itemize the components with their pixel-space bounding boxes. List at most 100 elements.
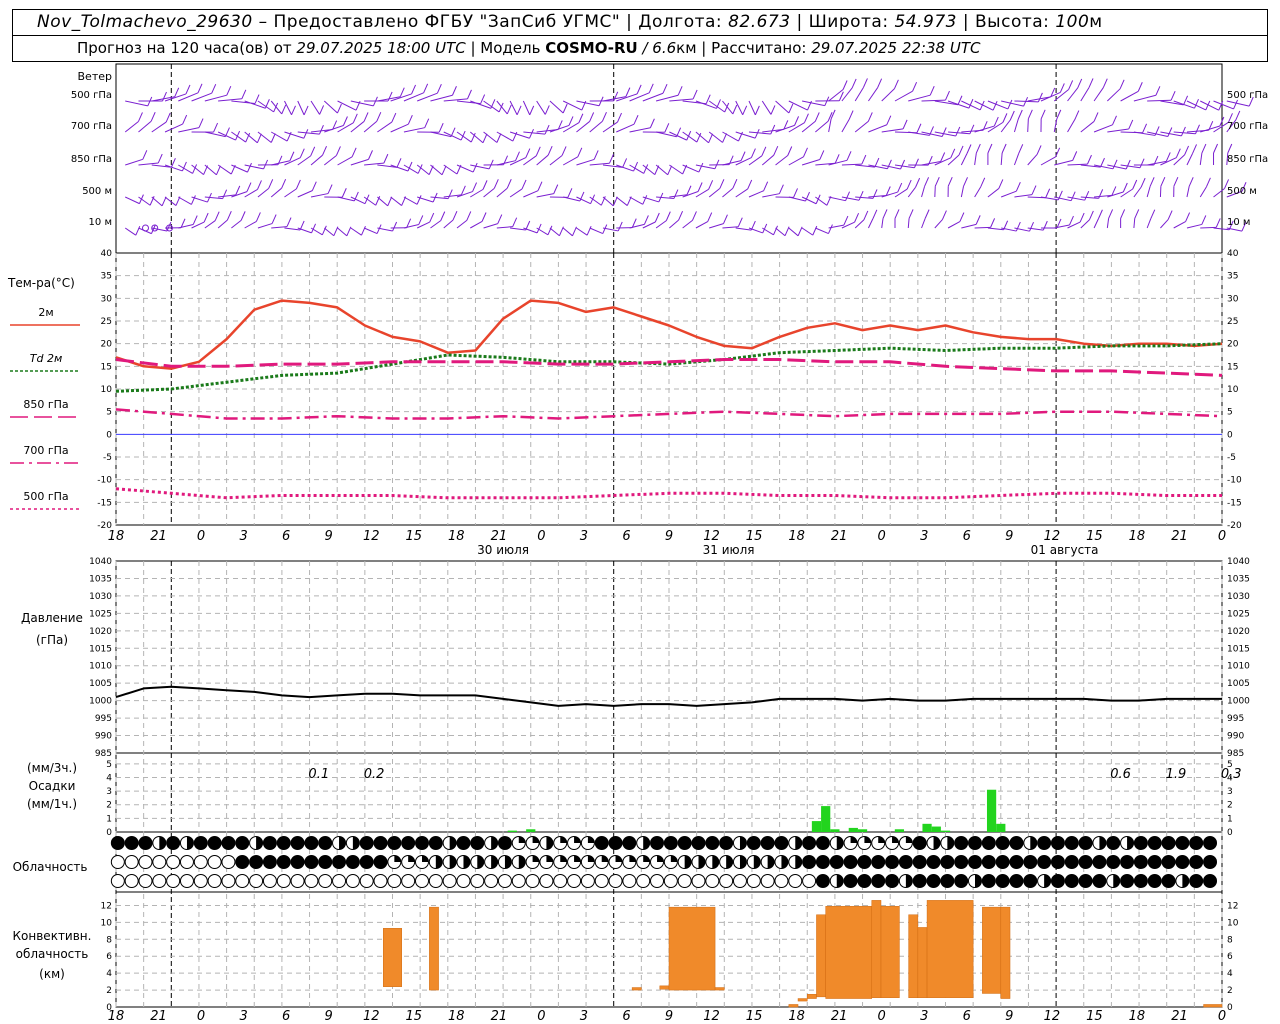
wind-barb-flag bbox=[906, 179, 912, 190]
wind-barb-shaft bbox=[178, 196, 192, 205]
wind-barb-flag bbox=[299, 148, 305, 158]
wind-barb-shaft bbox=[403, 164, 419, 174]
wind-barb-flag bbox=[203, 212, 209, 223]
wind-barb-flag bbox=[902, 119, 908, 130]
wind-barb-shaft bbox=[815, 120, 829, 133]
cloud-cover-circle bbox=[912, 836, 927, 850]
wind-barb-shaft bbox=[961, 223, 977, 229]
cloud-cover-quarter bbox=[587, 855, 595, 862]
cloud-cover-circle bbox=[760, 836, 775, 850]
cloud-cover-half bbox=[463, 855, 470, 869]
wind-barb-flag bbox=[472, 182, 478, 192]
pressure-ytick: 1000 bbox=[1227, 697, 1250, 707]
wind-barb-flag bbox=[291, 105, 296, 115]
wind-barb-flag bbox=[174, 87, 180, 97]
wind-barb-shaft bbox=[642, 164, 656, 176]
wind-barb-shaft bbox=[1120, 90, 1139, 102]
wind-barb-flag bbox=[270, 133, 276, 143]
wind-barb-shaft bbox=[297, 190, 313, 198]
legend-label: 700 гПа bbox=[23, 444, 68, 457]
wind-barb-shaft bbox=[363, 227, 378, 235]
cloud-cover-quarter bbox=[643, 855, 650, 862]
cloud-cover-circle bbox=[414, 836, 429, 850]
cloud-cover-circle bbox=[1120, 874, 1135, 888]
wind-barb-shaft bbox=[323, 155, 337, 166]
wind-barb-flag bbox=[622, 158, 628, 168]
wind-barb-flag bbox=[677, 86, 683, 96]
wind-level-label: 500 м bbox=[82, 186, 112, 197]
cloud-cover-circle bbox=[152, 874, 167, 888]
cloud-cover-circle bbox=[1189, 855, 1204, 869]
wind-barb-flag bbox=[1088, 78, 1094, 88]
cloud-cover-quarter bbox=[546, 855, 553, 862]
wind-barb-shaft bbox=[549, 227, 560, 237]
wind-barb-shaft bbox=[748, 131, 771, 135]
cloud-cover-circle bbox=[1092, 874, 1107, 888]
cloud-cover-circle bbox=[608, 836, 623, 850]
wind-barb-flag bbox=[1015, 181, 1021, 192]
wind-barb-shaft bbox=[138, 120, 152, 133]
cloud-cover-circle bbox=[1161, 874, 1176, 888]
cloud-cover-circle bbox=[788, 874, 803, 888]
wind-barb-flag bbox=[424, 118, 430, 128]
cloud-cover-circle bbox=[290, 855, 305, 869]
wind-barb-flag bbox=[562, 103, 568, 114]
cloud-cover-circle bbox=[802, 874, 817, 888]
cloud-cover-circle bbox=[594, 836, 609, 850]
wind-barb-flag bbox=[1201, 143, 1207, 154]
wind-barb-shaft bbox=[921, 99, 946, 102]
cloud-cover-quarter bbox=[615, 855, 623, 862]
wind-barb-flag bbox=[321, 225, 327, 235]
cloud-cover-circle bbox=[885, 874, 900, 888]
precip-title: (мм/3ч.) bbox=[27, 761, 77, 775]
wind-barb-shaft bbox=[1013, 118, 1019, 133]
cloud-cover-half bbox=[1044, 874, 1051, 888]
wind-barb-flag bbox=[1201, 215, 1207, 225]
pressure-ytick: 990 bbox=[1227, 732, 1244, 742]
cloud-cover-quarter bbox=[850, 836, 858, 843]
temp-ytick: 30 bbox=[1227, 294, 1239, 304]
cloud-cover-circle bbox=[774, 836, 789, 850]
wind-barb-flag bbox=[418, 215, 424, 225]
wind-barb-flag bbox=[846, 151, 852, 161]
cloud-cover-circle bbox=[1037, 836, 1052, 850]
wind-barb-flag bbox=[553, 184, 559, 194]
wind-barb-shaft bbox=[350, 100, 374, 107]
wind-barb-flag bbox=[1213, 143, 1218, 154]
hour-tick-label: 6 bbox=[963, 1009, 971, 1024]
wind-barb-flag bbox=[1140, 177, 1146, 188]
wind-barb-shaft bbox=[496, 187, 508, 198]
cloud-cover-circle bbox=[221, 855, 236, 869]
hour-tick-label: 12 bbox=[363, 529, 380, 544]
temp-ytick: 10 bbox=[101, 385, 113, 395]
wind-barb-shaft bbox=[323, 227, 335, 237]
cloud-cover-quarter bbox=[905, 836, 913, 843]
wind-barb-flag bbox=[1097, 209, 1103, 219]
cloud-cover-circle bbox=[332, 855, 347, 869]
wind-barb-flag bbox=[692, 89, 698, 100]
cloud-cover-quarter bbox=[601, 855, 609, 862]
cloud-cover-quarter bbox=[892, 836, 899, 843]
wind-barb-shaft bbox=[1067, 163, 1088, 166]
conv-cloud-bar bbox=[917, 927, 928, 998]
cloud-cover-circle bbox=[815, 855, 830, 869]
wind-barb-shaft bbox=[443, 164, 458, 175]
wind-barb-flag bbox=[429, 212, 435, 223]
wind-barb-shaft bbox=[549, 155, 563, 166]
wind-barb-shaft bbox=[1133, 94, 1157, 102]
wind-barb-shaft bbox=[496, 100, 508, 115]
cloud-cover-circle bbox=[567, 874, 582, 888]
wind-barb-shaft bbox=[257, 223, 273, 229]
cloud-cover-half bbox=[795, 836, 802, 850]
cloud-cover-circle bbox=[650, 874, 665, 888]
wind-barb-shaft bbox=[310, 100, 321, 115]
cloud-cover-circle bbox=[871, 855, 886, 869]
wind-barb-flag bbox=[578, 113, 584, 123]
wind-barb-shaft bbox=[1000, 152, 1003, 166]
wind-barb-flag bbox=[1122, 182, 1128, 193]
wind-barb-flag bbox=[396, 158, 402, 168]
wind-barb-flag bbox=[1188, 177, 1194, 187]
cloud-cover-circle bbox=[954, 874, 969, 888]
cloud-cover-circle bbox=[276, 836, 291, 850]
wind-barb-shaft bbox=[430, 220, 442, 229]
